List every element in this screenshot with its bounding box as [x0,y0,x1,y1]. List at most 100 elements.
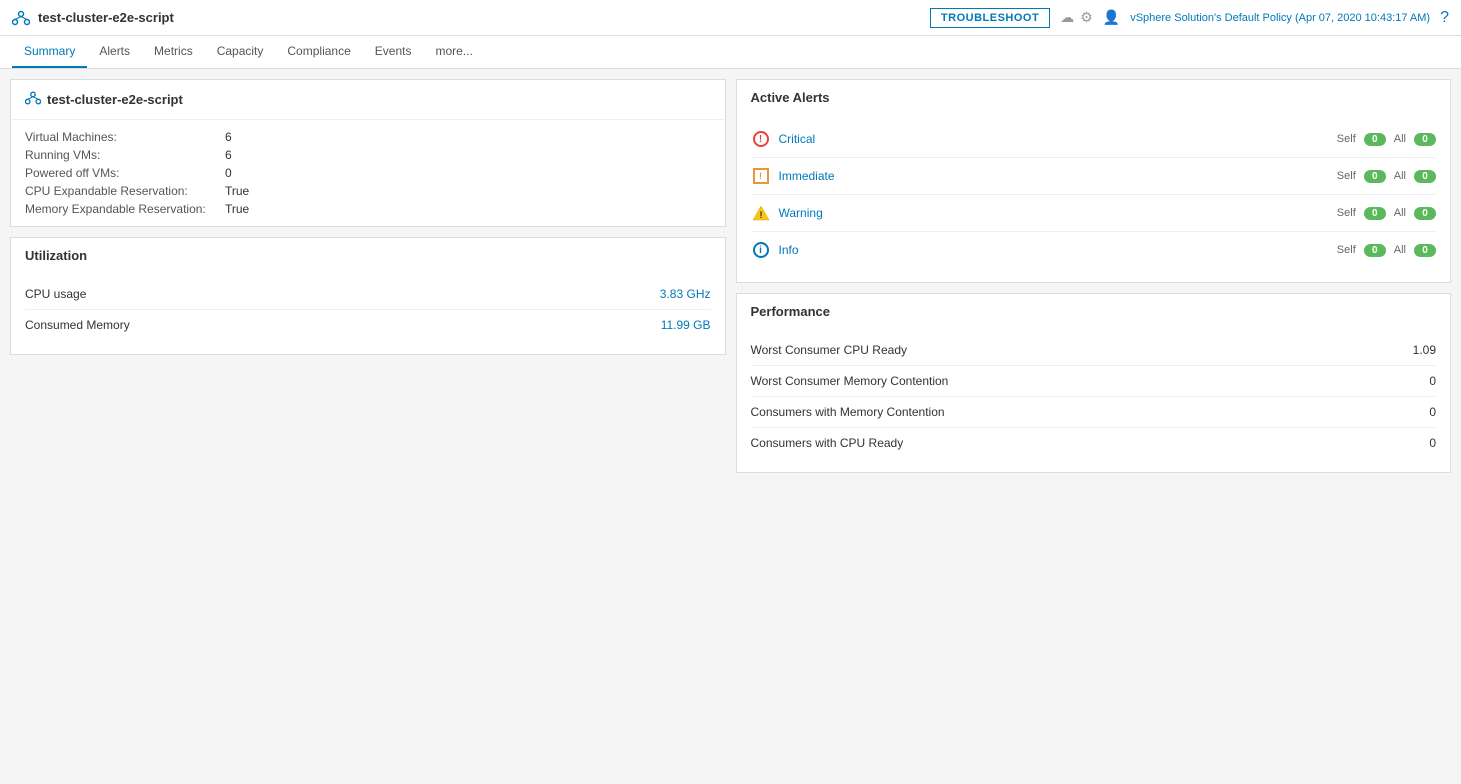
active-alerts-body: ! Critical Self 0 All 0 ! Immediate [737,113,1451,282]
powered-off-vms-value: 0 [225,166,232,180]
header: test-cluster-e2e-script TROUBLESHOOT ☁ ⚙… [0,0,1461,36]
alert-row-critical: ! Critical Self 0 All 0 [751,121,1437,158]
alert-row-immediate: ! Immediate Self 0 All 0 [751,158,1437,195]
cloud-icon[interactable]: ☁ [1060,9,1074,26]
active-alerts-card: Active Alerts ! Critical Self 0 All 0 [736,79,1452,283]
consumers-mem-value: 0 [1429,405,1436,419]
policy-text: vSphere Solution's Default Policy (Apr 0… [1130,12,1430,24]
vms-value: 6 [225,130,232,144]
immediate-self-label: Self [1337,170,1356,182]
running-vms-value: 6 [225,148,232,162]
immediate-icon: ! [751,166,771,186]
header-left: test-cluster-e2e-script [12,9,174,27]
perf-row-consumers-cpu: Consumers with CPU Ready 0 [751,428,1437,458]
tab-metrics[interactable]: Metrics [142,36,205,68]
tab-more[interactable]: more... [423,36,484,68]
info-self-label: Self [1337,244,1356,256]
alert-row-warning: ! Warning Self 0 All 0 [751,195,1437,232]
critical-self-badge: 0 [1364,133,1386,146]
info-row-running-vms: Running VMs: 6 [25,146,711,164]
perf-row-cpu-ready: Worst Consumer CPU Ready 1.09 [751,335,1437,366]
info-counts: Self 0 All 0 [1337,244,1436,257]
nav-tabs: Summary Alerts Metrics Capacity Complian… [0,36,1461,69]
tab-compliance[interactable]: Compliance [275,36,362,68]
info-row-vms: Virtual Machines: 6 [25,128,711,146]
cpu-reservation-value: True [225,184,249,198]
active-alerts-title: Active Alerts [751,90,830,105]
info-all-label: All [1394,244,1406,256]
utilization-header: Utilization [11,238,725,271]
cluster-info-title: test-cluster-e2e-script [11,80,725,120]
running-vms-label: Running VMs: [25,148,225,162]
mem-reservation-label: Memory Expandable Reservation: [25,202,225,216]
info-all-badge: 0 [1414,244,1436,257]
immediate-counts: Self 0 All 0 [1337,170,1436,183]
user-icon: 👤 [1103,9,1120,26]
cluster-info-card: test-cluster-e2e-script Virtual Machines… [10,79,726,227]
mem-contention-value: 0 [1429,374,1436,388]
performance-body: Worst Consumer CPU Ready 1.09 Worst Cons… [737,327,1451,472]
warning-counts: Self 0 All 0 [1337,207,1436,220]
critical-icon: ! [751,129,771,149]
cluster-icon [12,9,30,27]
right-column: Active Alerts ! Critical Self 0 All 0 [736,79,1452,473]
critical-all-badge: 0 [1414,133,1436,146]
info-row-mem-reservation: Memory Expandable Reservation: True [25,200,711,218]
cpu-usage-value: 3.83 GHz [660,287,711,301]
utilization-body: CPU usage 3.83 GHz Consumed Memory 11.99… [11,271,725,354]
cpu-ready-value: 1.09 [1413,343,1436,357]
tab-alerts[interactable]: Alerts [87,36,142,68]
consumed-memory-row: Consumed Memory 11.99 GB [25,310,711,340]
critical-counts: Self 0 All 0 [1337,133,1436,146]
svg-text:!: ! [759,210,762,220]
alert-row-info: i Info Self 0 All 0 [751,232,1437,268]
consumed-memory-value: 11.99 GB [661,318,711,332]
consumers-cpu-value: 0 [1429,436,1436,450]
mem-contention-label: Worst Consumer Memory Contention [751,374,949,388]
tab-capacity[interactable]: Capacity [205,36,276,68]
warning-label[interactable]: Warning [779,206,1337,220]
perf-row-mem-contention: Worst Consumer Memory Contention 0 [751,366,1437,397]
vms-label: Virtual Machines: [25,130,225,144]
info-label[interactable]: Info [779,243,1337,257]
performance-card: Performance Worst Consumer CPU Ready 1.0… [736,293,1452,473]
cluster-title-icon [25,90,41,109]
warning-all-badge: 0 [1414,207,1436,220]
critical-self-label: Self [1337,133,1356,145]
cluster-name: test-cluster-e2e-script [38,10,174,25]
tab-events[interactable]: Events [363,36,424,68]
troubleshoot-button[interactable]: TROUBLESHOOT [930,8,1050,28]
cpu-usage-label: CPU usage [25,287,86,301]
info-self-badge: 0 [1364,244,1386,257]
warning-icon: ! [751,203,771,223]
immediate-self-badge: 0 [1364,170,1386,183]
perf-row-consumers-mem: Consumers with Memory Contention 0 [751,397,1437,428]
consumers-cpu-label: Consumers with CPU Ready [751,436,904,450]
active-alerts-header: Active Alerts [737,80,1451,113]
cluster-info-name: test-cluster-e2e-script [47,92,183,107]
immediate-all-label: All [1394,170,1406,182]
utilization-card: Utilization CPU usage 3.83 GHz Consumed … [10,237,726,355]
cluster-info-table: Virtual Machines: 6 Running VMs: 6 Power… [11,120,725,226]
consumers-mem-label: Consumers with Memory Contention [751,405,945,419]
left-column: test-cluster-e2e-script Virtual Machines… [10,79,726,473]
info-icon: i [751,240,771,260]
critical-all-label: All [1394,133,1406,145]
settings-icon[interactable]: ⚙ [1080,9,1093,26]
immediate-all-badge: 0 [1414,170,1436,183]
mem-reservation-value: True [225,202,249,216]
tab-summary[interactable]: Summary [12,36,87,68]
header-icons: ☁ ⚙ [1060,9,1093,26]
info-row-cpu-reservation: CPU Expandable Reservation: True [25,182,711,200]
main-content: test-cluster-e2e-script Virtual Machines… [0,69,1461,483]
cpu-reservation-label: CPU Expandable Reservation: [25,184,225,198]
header-right: TROUBLESHOOT ☁ ⚙ 👤 vSphere Solution's De… [930,8,1449,28]
powered-off-vms-label: Powered off VMs: [25,166,225,180]
critical-label[interactable]: Critical [779,132,1337,146]
cpu-usage-row: CPU usage 3.83 GHz [25,279,711,310]
help-icon[interactable]: ? [1440,9,1449,27]
consumed-memory-label: Consumed Memory [25,318,130,332]
immediate-label[interactable]: Immediate [779,169,1337,183]
utilization-title: Utilization [25,248,87,263]
performance-title: Performance [751,304,830,319]
